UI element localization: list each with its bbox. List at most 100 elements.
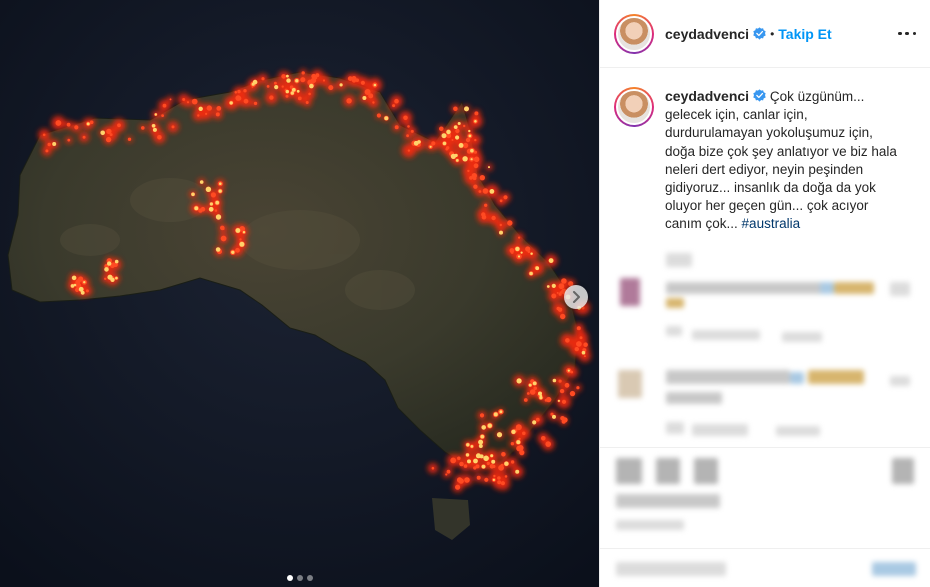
fire-spot: [251, 85, 254, 88]
fire-spot: [497, 480, 502, 485]
fire-spot: [360, 80, 365, 85]
fire-spot: [243, 98, 249, 104]
fire-spot: [216, 106, 222, 111]
fire-spot: [576, 386, 580, 390]
post-image[interactable]: [0, 0, 599, 587]
carousel-dot: [306, 575, 313, 581]
fire-spot: [552, 378, 557, 383]
fire-spot: [479, 175, 485, 181]
fire-spot: [481, 464, 486, 469]
fire-spot: [456, 477, 463, 483]
fire-spot: [205, 112, 208, 115]
fire-spot: [564, 382, 570, 388]
fire-spot: [71, 275, 77, 281]
fire-spot: [205, 186, 212, 192]
carousel-dot: [286, 575, 293, 581]
next-slide-button[interactable]: [564, 285, 588, 309]
fire-spot: [394, 98, 399, 104]
fire-spot: [468, 134, 472, 138]
fire-spot: [557, 307, 563, 312]
fire-spot: [407, 125, 410, 128]
fire-spot: [219, 182, 222, 185]
fire-spot: [481, 425, 487, 430]
fire-spot: [484, 203, 488, 207]
fire-spot: [472, 176, 477, 181]
fire-spot: [478, 444, 483, 448]
fire-spot: [78, 286, 84, 292]
fire-spot: [445, 147, 449, 151]
fire-spot: [583, 342, 588, 348]
fire-spot: [499, 223, 502, 227]
fire-spot: [214, 209, 218, 212]
fire-spot: [515, 246, 520, 252]
fire-spot: [285, 89, 289, 94]
divider: [600, 548, 930, 549]
fire-spot: [530, 252, 533, 255]
fire-spot: [516, 445, 522, 452]
fire-spot: [309, 83, 314, 89]
fire-spot: [576, 326, 581, 331]
fire-spot: [191, 98, 198, 105]
fire-spot: [583, 355, 586, 358]
fire-spot: [286, 78, 291, 83]
fire-spot: [463, 464, 468, 468]
fire-spot: [455, 484, 461, 490]
fire-spot: [235, 228, 241, 233]
fire-spot: [74, 125, 79, 130]
fire-spot: [66, 122, 71, 127]
fire-spot: [453, 125, 458, 129]
fire-spot: [487, 423, 492, 428]
fire-spot: [235, 247, 240, 253]
fire-spot: [528, 383, 532, 387]
fire-spot: [441, 133, 447, 139]
fire-spot: [486, 461, 490, 466]
fire-spot: [558, 283, 565, 290]
fire-spot: [308, 92, 311, 96]
fire-spot: [544, 398, 548, 402]
fire-spot: [285, 94, 289, 98]
fire-spot: [261, 77, 265, 81]
fire-spot: [499, 230, 503, 235]
fire-spot: [473, 458, 478, 464]
fire-spot: [532, 389, 536, 392]
fire-spot: [497, 476, 501, 480]
fire-spot: [538, 391, 542, 396]
fire-spot: [157, 135, 162, 140]
fire-spot: [82, 135, 86, 139]
fire-spot: [481, 214, 487, 220]
carousel-indicator: [0, 575, 599, 581]
fire-spot: [229, 101, 233, 105]
fire-spot: [47, 142, 51, 147]
fire-spot: [215, 214, 222, 220]
fire-spot: [445, 473, 448, 476]
fire-spot: [42, 133, 46, 137]
fire-spot: [499, 410, 503, 414]
fire-spot: [491, 459, 496, 464]
post-side-panel: ceydadvenci • Takip Et ceydadvenci Çok ü…: [599, 0, 930, 587]
fire-spot: [450, 153, 456, 159]
fire-spot: [465, 453, 470, 457]
fire-spot: [451, 139, 454, 141]
fire-spot: [511, 429, 516, 434]
fire-spot: [455, 135, 460, 140]
fire-spot: [237, 89, 241, 94]
fire-spot: [407, 149, 411, 152]
fire-spot: [431, 466, 435, 470]
fire-spot: [243, 89, 247, 93]
fire-spot: [480, 434, 485, 439]
fire-spot: [296, 89, 300, 93]
fire-spot: [100, 130, 105, 136]
fire-spot: [169, 98, 172, 101]
fire-spot: [89, 120, 94, 125]
fire-spot: [529, 271, 533, 276]
fire-spot: [73, 283, 77, 287]
fire-spot: [220, 235, 227, 242]
fire-spot: [442, 141, 447, 146]
fire-spot: [470, 158, 473, 161]
fire-spot: [468, 129, 471, 133]
fire-spot: [410, 129, 414, 133]
fire-spot: [394, 125, 399, 130]
fire-spot: [453, 106, 458, 112]
fire-spot: [501, 452, 506, 457]
fire-spot: [473, 156, 480, 163]
